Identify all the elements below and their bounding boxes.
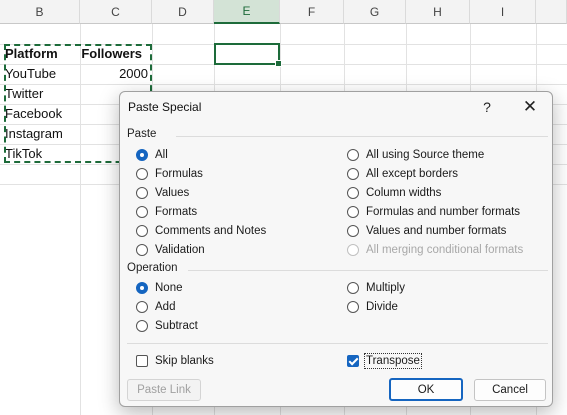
radio — [136, 301, 148, 313]
paste-option-formulas-number-formats[interactable]: Formulas and number formats — [347, 203, 520, 221]
paste-option-comments-notes[interactable]: Comments and Notes — [136, 222, 266, 240]
paste-group-label: Paste — [127, 128, 157, 140]
option-label: Values and number formats — [366, 225, 507, 237]
radio — [136, 225, 148, 237]
option-label: Comments and Notes — [155, 225, 267, 237]
options-separator — [127, 343, 548, 344]
option-label: All merging conditional formats — [366, 244, 524, 256]
fill-handle[interactable] — [275, 60, 282, 67]
column-header-h[interactable]: H — [406, 0, 470, 24]
radio — [347, 282, 359, 294]
help-button[interactable]: ? — [476, 96, 498, 118]
paste-option-all[interactable]: All — [136, 146, 168, 164]
operation-group-label: Operation — [127, 262, 178, 274]
paste-option-merging-conditional-formats: All merging conditional formats — [347, 241, 523, 259]
close-icon: ✕ — [522, 97, 538, 116]
option-label: None — [155, 282, 183, 294]
paste-special-dialog: Paste Special ? ✕ Paste All Formulas Val… — [119, 91, 553, 407]
paste-group-separator — [176, 136, 548, 137]
column-header-b[interactable]: B — [0, 0, 80, 24]
radio — [136, 206, 148, 218]
cancel-button[interactable]: Cancel — [474, 379, 546, 401]
radio — [347, 149, 359, 161]
column-header-c[interactable]: C — [80, 0, 152, 24]
radio — [347, 225, 359, 237]
paste-option-all-except-borders[interactable]: All except borders — [347, 165, 458, 183]
option-label: All — [155, 149, 168, 161]
paste-option-all-source-theme[interactable]: All using Source theme — [347, 146, 484, 164]
option-label: All except borders — [366, 168, 459, 180]
option-label: Multiply — [366, 282, 405, 294]
paste-link-button: Paste Link — [127, 379, 201, 401]
operation-option-multiply[interactable]: Multiply — [347, 279, 405, 297]
dialog-title: Paste Special — [128, 100, 202, 114]
paste-option-validation[interactable]: Validation — [136, 241, 205, 259]
option-label: Divide — [366, 301, 398, 313]
operation-option-none[interactable]: None — [136, 279, 183, 297]
active-cell-e2[interactable] — [214, 43, 282, 67]
radio — [136, 244, 148, 256]
paste-option-column-widths[interactable]: Column widths — [347, 184, 441, 202]
close-button[interactable]: ✕ — [518, 96, 542, 118]
paste-option-formats[interactable]: Formats — [136, 203, 197, 221]
operation-option-add[interactable]: Add — [136, 298, 175, 316]
option-label: Validation — [155, 244, 205, 256]
radio — [347, 187, 359, 199]
column-header-i[interactable]: I — [470, 0, 536, 24]
column-header-f[interactable]: F — [280, 0, 344, 24]
column-header-next[interactable] — [536, 0, 567, 24]
operation-option-divide[interactable]: Divide — [347, 298, 398, 316]
option-label: Transpose — [364, 353, 422, 369]
radio — [347, 301, 359, 313]
radio — [347, 168, 359, 180]
paste-option-formulas[interactable]: Formulas — [136, 165, 203, 183]
option-label: Add — [155, 301, 176, 313]
option-label: Values — [155, 187, 190, 199]
column-header-d[interactable]: D — [152, 0, 214, 24]
checkbox-checked — [347, 355, 359, 367]
radio-selected — [136, 149, 148, 161]
column-header-g[interactable]: G — [344, 0, 406, 24]
ok-button[interactable]: OK — [389, 378, 463, 401]
operation-option-subtract[interactable]: Subtract — [136, 317, 198, 335]
option-label: Formats — [155, 206, 198, 218]
paste-option-values-number-formats[interactable]: Values and number formats — [347, 222, 506, 240]
radio — [136, 187, 148, 199]
option-label: Skip blanks — [155, 355, 214, 367]
option-label: Formulas — [155, 168, 203, 180]
option-label: Column widths — [366, 187, 442, 199]
radio-disabled — [347, 244, 359, 256]
operation-group-separator — [188, 270, 548, 271]
checkbox — [136, 355, 148, 367]
radio — [347, 206, 359, 218]
radio — [136, 320, 148, 332]
column-header-e[interactable]: E — [214, 0, 280, 24]
option-label: Formulas and number formats — [366, 206, 521, 218]
paste-option-values[interactable]: Values — [136, 184, 189, 202]
option-label: Subtract — [155, 320, 198, 332]
transpose-checkbox[interactable]: Transpose — [347, 352, 422, 370]
radio-selected — [136, 282, 148, 294]
skip-blanks-checkbox[interactable]: Skip blanks — [136, 352, 214, 370]
radio — [136, 168, 148, 180]
option-label: All using Source theme — [366, 149, 485, 161]
